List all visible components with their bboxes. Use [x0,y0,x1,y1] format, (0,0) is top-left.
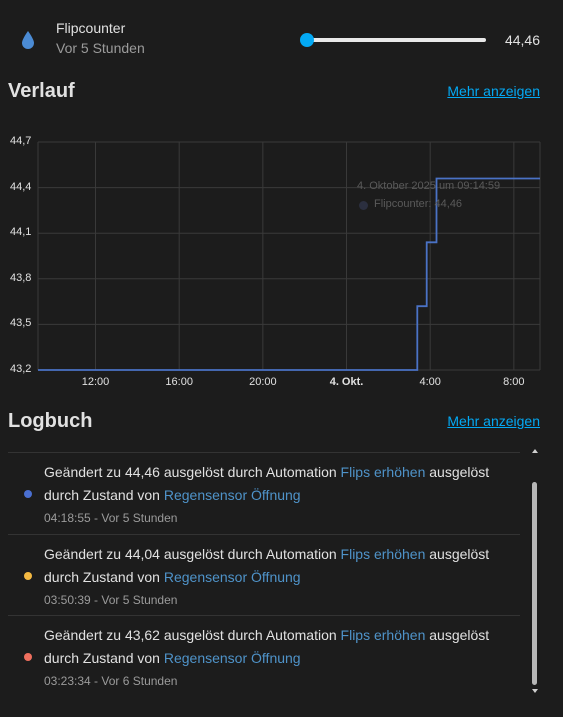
logbook-more-link[interactable]: Mehr anzeigen [447,413,540,429]
history-chart-svg [37,141,541,371]
log-entry-dot [24,490,32,498]
entity-name[interactable]: Flipcounter [56,20,125,36]
logbook-scrollbar[interactable] [532,482,537,685]
log-entry-text: Geändert zu 44,04 ausgelöst durch Automa… [44,546,341,562]
automation-link[interactable]: Flips erhöhen [341,546,426,562]
chart-tooltip: 4. Oktober 2025 um 09:14:59 Flipcounter:… [351,170,541,220]
tooltip-label: Flipcounter: 44,46 [374,198,463,210]
logbook-title: Logbuch [8,410,93,432]
tooltip-title: 4. Oktober 2025 um 09:14:59 [357,180,501,192]
y-tick-label: 44,7 [10,135,32,147]
automation-link[interactable]: Flips erhöhen [341,627,426,643]
tooltip-series-dot [359,201,368,210]
y-tick-label: 43,5 [10,317,32,330]
x-tick-label: 8:00 [503,376,525,388]
automation-link[interactable]: Flips erhöhen [341,464,426,480]
x-tick-label: 4. Okt. [329,376,364,388]
x-tick-label: 12:00 [81,376,110,388]
y-tick-label: 43,8 [10,271,32,284]
scroll-up-arrow[interactable] [532,449,538,453]
entity-row: Flipcounter Vor 5 Stunden 44,46 [0,0,563,80]
water-drop-icon [22,31,34,49]
entity-value: 44,46 [504,32,540,48]
log-entry-dot [24,572,32,580]
log-entry-message: Geändert zu 43,62 ausgelöst durch Automa… [44,624,520,670]
log-entry-text: Geändert zu 44,46 ausgelöst durch Automa… [44,464,341,480]
log-entry-dot [24,653,32,661]
history-title: Verlauf [8,80,75,102]
sensor-link[interactable]: Regensensor Öffnung [164,569,301,585]
sensor-link[interactable]: Regensensor Öffnung [164,487,301,503]
log-entry-time: 04:18:55 - Vor 5 Stunden [44,511,178,525]
log-entry-time: 03:50:39 - Vor 5 Stunden [44,593,178,607]
history-more-link[interactable]: Mehr anzeigen [447,83,540,99]
x-tick-label: 16:00 [165,376,193,388]
log-entry-time: 03:23:34 - Vor 6 Stunden [44,674,178,688]
sensor-link[interactable]: Regensensor Öffnung [164,650,301,666]
y-tick-label: 44,1 [10,226,32,239]
entity-last-changed: Vor 5 Stunden [56,40,145,56]
y-tick-label: 43,2 [10,363,32,375]
y-tick-label: 44,4 [10,180,32,193]
x-tick-label: 20:00 [249,376,277,388]
slider-thumb[interactable] [300,33,314,47]
scroll-down-arrow[interactable] [532,689,538,693]
x-tick-label: 4:00 [419,376,441,388]
log-entry-message: Geändert zu 44,46 ausgelöst durch Automa… [44,461,520,507]
log-entry[interactable]: Geändert zu 43,62 ausgelöst durch Automa… [8,615,520,697]
slider-track[interactable] [306,38,486,42]
log-entry-message: Geändert zu 44,04 ausgelöst durch Automa… [44,543,520,589]
log-entry-text: Geändert zu 43,62 ausgelöst durch Automa… [44,627,341,643]
history-chart [0,125,563,400]
log-entry[interactable]: Geändert zu 44,04 ausgelöst durch Automa… [8,534,520,616]
log-entry[interactable]: Geändert zu 44,46 ausgelöst durch Automa… [8,452,520,535]
value-slider[interactable] [300,30,486,50]
